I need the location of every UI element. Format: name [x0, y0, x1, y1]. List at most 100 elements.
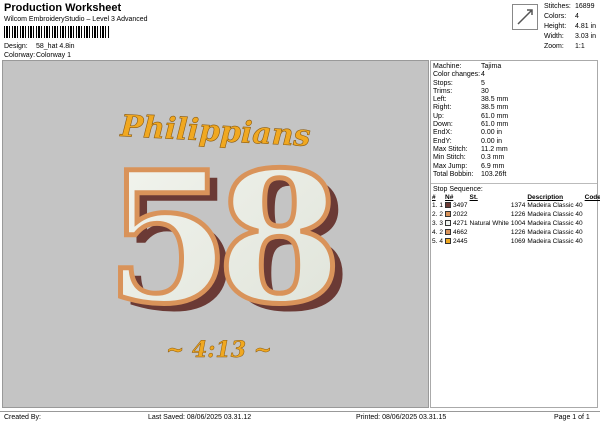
thread-code: 2445 — [453, 238, 468, 246]
stop-row: 5. 4 2445 1069 Madeira Classic 40 — [431, 237, 600, 246]
design-canvas: Philippians 58 58 ~ 4:13 ~ — [2, 60, 429, 408]
stop-header: # — [432, 194, 436, 202]
machine-properties: Machine: Tajima Color changes: 4 Stops: 5 Trim… — [431, 61, 597, 181]
stat-row: Zoom: 1:1 — [544, 42, 596, 52]
property-row: Stops: 5 — [433, 80, 595, 88]
property-label: Down: — [433, 121, 453, 129]
property-value: 0.00 in — [481, 137, 503, 145]
page-number: Page 1 of 1 — [554, 414, 590, 421]
stat-label: Height: — [544, 23, 567, 30]
stitch-count: 1374 — [510, 202, 526, 210]
stat-row: Height: 4.81 in — [544, 22, 596, 32]
color-swatch — [445, 220, 452, 227]
thread-code: 4271 — [453, 220, 468, 228]
property-label: Min Stitch: — [433, 154, 466, 162]
thread-code: 2022 — [453, 211, 468, 219]
worksheet-title: Production Worksheet — [4, 2, 122, 14]
property-row: Max Stitch: 11.2 mm — [433, 146, 595, 154]
color-swatch — [445, 202, 452, 209]
thread-description — [469, 228, 510, 237]
colorway-label: Colorway: — [4, 52, 36, 59]
property-value: 5 — [481, 79, 485, 87]
stat-row: Stitches: 16899 — [544, 2, 596, 12]
stop-header: Description — [527, 194, 564, 202]
color-swatch — [445, 229, 452, 236]
property-value: 30 — [481, 87, 489, 95]
stat-row: Colors: 4 — [544, 12, 596, 22]
design-stats: Stitches: 16899 Colors: 4 Height: 4.81 in Widt… — [544, 2, 596, 52]
thread-brand: Madeira Classic 40 — [527, 211, 583, 219]
property-row: Right: 38.5 mm — [433, 104, 595, 112]
stat-label: Zoom: — [544, 43, 564, 50]
property-row: Min Stitch: 0.3 mm — [433, 154, 595, 162]
stop-header: Code — [584, 194, 600, 202]
thread-description: Natural White — [469, 220, 509, 228]
property-label: Stops: — [433, 79, 453, 87]
property-value: Tajima — [481, 63, 502, 70]
property-label: EndX: — [433, 129, 453, 137]
stop-row: 2. 2 2022 1226 Madeira Classic 40 — [431, 210, 600, 219]
property-value: 6.9 mm — [481, 162, 505, 170]
stop-index: 5. — [432, 238, 438, 246]
stat-value: 1:1 — [575, 43, 585, 50]
design-meta: Design: 58_hat 4.8in Colorway: Colorway 1 — [4, 42, 75, 60]
property-label: Right: — [433, 104, 452, 112]
property-row: Max Jump: 6.9 mm — [433, 163, 595, 171]
property-label: EndY: — [433, 137, 452, 145]
stat-value: 3.03 in — [575, 33, 597, 40]
property-row: Down: 61.0 mm — [433, 121, 595, 129]
software-subtitle: Wilcom EmbroideryStudio – Level 3 Advanc… — [4, 16, 148, 23]
thread-brand: Madeira Classic 40 — [527, 229, 583, 237]
properties-panel: Machine: Tajima Color changes: 4 Stops: 5 Trim… — [430, 60, 600, 408]
property-row: EndX: 0.00 in — [433, 129, 595, 137]
property-row: Up: 61.0 mm — [433, 113, 595, 121]
stop-row: 3. 3 4271 Natural White 1004 Madeira Classic … — [431, 219, 600, 228]
property-label: Trims: — [433, 87, 453, 95]
stop-index: 1. — [432, 202, 438, 210]
property-value: 38.5 mm — [481, 96, 509, 104]
stitch-count: 1004 — [510, 220, 526, 228]
stat-label: Colors: — [544, 13, 567, 20]
property-row: Machine: Tajima — [433, 63, 595, 71]
property-value: 61.0 mm — [481, 112, 509, 120]
property-row: EndY: 0.00 in — [433, 138, 595, 146]
stop-index: 3. — [432, 220, 438, 228]
property-label: Max Stitch: — [433, 145, 468, 153]
stat-label: Stitches: — [544, 3, 571, 10]
stat-label: Width: — [544, 33, 564, 40]
stat-value: 4 — [575, 13, 579, 20]
thread-description — [469, 210, 510, 219]
stop-row: 4. 2 4662 1226 Madeira Classic 40 — [431, 228, 600, 237]
color-swatch — [445, 238, 452, 245]
thread-brand: Madeira Classic 40 — [527, 238, 583, 246]
created-by: Created By: — [4, 414, 41, 421]
last-saved: Last Saved: 08/06/2025 03.31.12 — [148, 414, 252, 421]
property-value: 0.3 mm — [481, 154, 505, 162]
design-thumbnail-icon — [512, 4, 538, 30]
stop-sequence-title: Stop Sequence: — [431, 183, 597, 193]
property-value: 61.0 mm — [481, 121, 509, 129]
barcode — [4, 26, 110, 38]
stitch-count: 1226 — [510, 211, 526, 219]
design-number: 58 — [106, 133, 333, 344]
stop-row: 1. 1 3497 1374 Madeira Classic 40 — [431, 201, 600, 210]
stat-value: 16899 — [575, 3, 595, 10]
property-label: Total Bobbin: — [433, 170, 474, 178]
stop-swatch-cell: 2445 — [444, 237, 468, 246]
property-value: 0.00 in — [481, 129, 503, 137]
property-value: 38.5 mm — [481, 104, 509, 112]
stop-header: St. — [469, 194, 478, 202]
stop-sequence-table: #N#St.DescriptionCodeBrand 1.134971374Ma… — [431, 194, 600, 246]
stop-swatch-cell: 4662 — [444, 228, 468, 237]
printed-date: Printed: 08/06/2025 03.31.15 — [356, 414, 447, 421]
design-label: Design: — [4, 43, 28, 50]
stop-swatch-cell: 2022 — [444, 210, 468, 219]
property-row: Trims: 30 — [433, 88, 595, 96]
stop-swatch-cell: 3497 — [444, 201, 468, 210]
property-label: Color changes: — [433, 71, 481, 79]
property-value: 103.26ft — [481, 170, 507, 178]
thread-description — [469, 201, 510, 210]
thread-code: 4662 — [453, 229, 468, 237]
stat-value: 4.81 in — [575, 23, 597, 30]
property-row: Total Bobbin: 103.26ft — [433, 171, 595, 179]
